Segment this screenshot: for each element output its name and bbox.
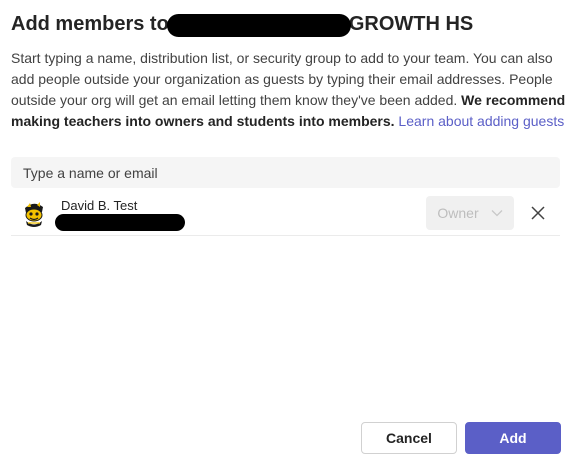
dialog-title-suffix: GROWTH HS (348, 13, 474, 35)
member-name: David B. Test (61, 198, 138, 213)
close-icon (531, 206, 545, 220)
mascot-avatar-icon (19, 198, 49, 228)
member-row: David B. Test Owner (11, 192, 560, 236)
member-role-dropdown[interactable]: Owner (426, 196, 514, 230)
dialog-title: Add members to GROWTH HS (11, 10, 473, 38)
member-search-input[interactable] (11, 157, 560, 188)
learn-about-guests-link[interactable]: Learn about adding guests (398, 113, 564, 129)
redacted-member-email (55, 214, 185, 231)
redacted-team-name (166, 13, 351, 37)
remove-member-button[interactable] (526, 201, 550, 225)
chevron-down-icon (491, 209, 503, 217)
dialog-title-prefix: Add members to (11, 13, 169, 35)
add-button[interactable]: Add (465, 422, 561, 454)
dialog-description: Start typing a name, distribution list, … (11, 48, 567, 132)
cancel-button[interactable]: Cancel (361, 422, 457, 454)
member-role-value: Owner (437, 205, 479, 221)
